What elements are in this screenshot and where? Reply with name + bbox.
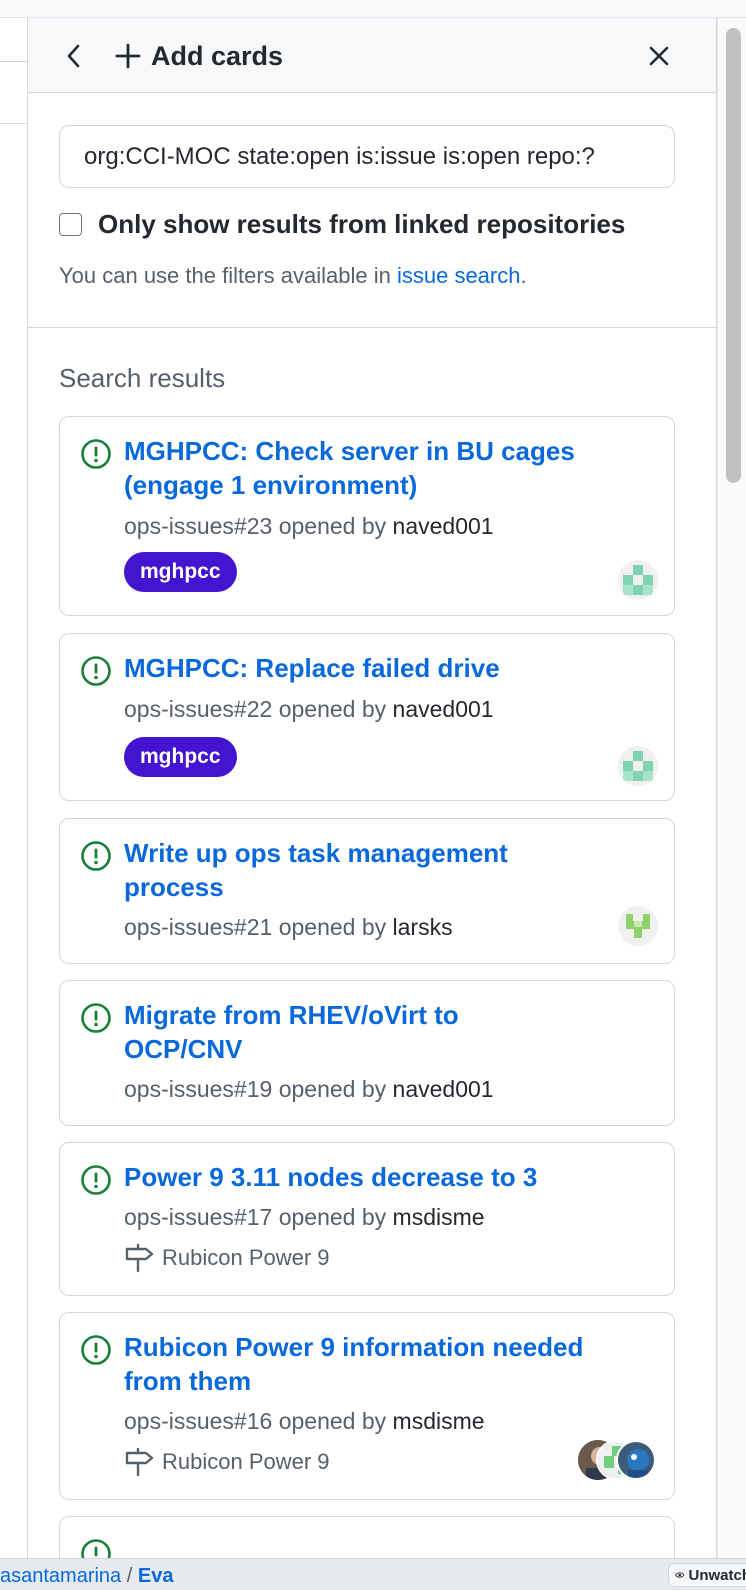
issue-opened-icon bbox=[81, 439, 111, 469]
milestone-icon bbox=[125, 1243, 154, 1273]
issue-author[interactable]: naved001 bbox=[393, 696, 494, 722]
scrollbar[interactable] bbox=[717, 18, 746, 1558]
eye-icon bbox=[675, 1572, 685, 1578]
issue-author[interactable]: larsks bbox=[393, 914, 453, 940]
issue-card[interactable] bbox=[59, 1516, 675, 1558]
issue-meta: ops-issues#23 opened by naved001 bbox=[124, 511, 494, 541]
milestone[interactable]: Rubicon Power 9 bbox=[124, 1243, 330, 1273]
milestone-label: Rubicon Power 9 bbox=[162, 1245, 330, 1270]
search-results-heading: Search results bbox=[59, 363, 226, 393]
issue-title-link[interactable]: MGHPCC: Check server in BU cages (engage… bbox=[124, 434, 624, 502]
opened-by-text: opened by bbox=[272, 1408, 393, 1434]
opened-by-text: opened by bbox=[272, 1204, 393, 1230]
issue-meta: ops-issues#19 opened by naved001 bbox=[124, 1074, 494, 1104]
issue-meta: ops-issues#16 opened by msdisme bbox=[124, 1406, 485, 1436]
issue-card[interactable]: Power 9 3.11 nodes decrease to 3 ops-iss… bbox=[59, 1142, 675, 1296]
unwatch-label: Unwatch bbox=[688, 1566, 746, 1584]
issue-meta: ops-issues#21 opened by larsks bbox=[124, 912, 453, 942]
issue-opened-icon bbox=[81, 1539, 111, 1558]
label-badge[interactable]: mghpcc bbox=[124, 737, 237, 777]
owner-link[interactable]: asantamarina bbox=[0, 1565, 121, 1587]
issue-opened-icon bbox=[81, 841, 111, 871]
issue-opened-icon bbox=[81, 656, 111, 686]
issue-title-link[interactable]: Rubicon Power 9 information needed from … bbox=[124, 1330, 624, 1398]
breadcrumb: asantamarina / Eva bbox=[0, 1565, 173, 1588]
issue-ref: ops-issues#21 bbox=[124, 914, 273, 940]
issue-author[interactable]: msdisme bbox=[393, 1408, 485, 1434]
issue-title-link[interactable]: MGHPCC: Replace failed drive bbox=[124, 651, 624, 685]
opened-by-text: opened by bbox=[272, 1076, 393, 1102]
milestone[interactable]: Rubicon Power 9 bbox=[124, 1447, 330, 1477]
issue-opened-icon bbox=[81, 1003, 111, 1033]
issue-card[interactable]: Write up ops task management process ops… bbox=[59, 818, 675, 964]
issue-opened-icon bbox=[81, 1335, 111, 1365]
issue-ref: ops-issues#17 bbox=[124, 1204, 273, 1230]
avatar[interactable] bbox=[618, 746, 658, 786]
milestone-label: Rubicon Power 9 bbox=[162, 1449, 330, 1474]
unwatch-button[interactable]: Unwatch bbox=[668, 1563, 746, 1587]
issue-ref: ops-issues#19 bbox=[124, 1076, 273, 1102]
issue-author[interactable]: naved001 bbox=[393, 513, 494, 539]
issue-title-link[interactable]: Write up ops task management process bbox=[124, 836, 544, 904]
project-board-background bbox=[0, 18, 28, 1558]
avatar[interactable] bbox=[618, 906, 658, 946]
issue-meta: ops-issues#22 opened by naved001 bbox=[124, 694, 494, 724]
issue-opened-icon bbox=[81, 1165, 111, 1195]
avatar[interactable] bbox=[616, 1440, 656, 1480]
avatar[interactable] bbox=[618, 560, 658, 600]
issue-author[interactable]: naved001 bbox=[393, 1076, 494, 1102]
label-badge[interactable]: mghpcc bbox=[124, 552, 237, 592]
issue-title-link[interactable]: Migrate from RHEV/oVirt to OCP/CNV bbox=[124, 998, 504, 1066]
issue-card[interactable]: MGHPCC: Check server in BU cages (engage… bbox=[59, 416, 675, 616]
issue-card[interactable]: Migrate from RHEV/oVirt to OCP/CNV ops-i… bbox=[59, 980, 675, 1126]
opened-by-text: opened by bbox=[272, 914, 393, 940]
opened-by-text: opened by bbox=[272, 513, 393, 539]
issue-card[interactable]: Rubicon Power 9 information needed from … bbox=[59, 1312, 675, 1500]
issue-ref: ops-issues#22 bbox=[124, 696, 273, 722]
milestone-icon bbox=[125, 1447, 154, 1477]
issue-meta: ops-issues#17 opened by msdisme bbox=[124, 1202, 485, 1232]
issue-author[interactable]: msdisme bbox=[393, 1204, 485, 1230]
browser-top-strip bbox=[0, 0, 746, 18]
repo-footer-bar: asantamarina / Eva Unwatch bbox=[0, 1558, 746, 1590]
breadcrumb-separator: / bbox=[121, 1565, 138, 1587]
issue-title-link[interactable]: Power 9 3.11 nodes decrease to 3 bbox=[124, 1160, 624, 1194]
issue-ref: ops-issues#23 bbox=[124, 513, 273, 539]
repo-link[interactable]: Eva bbox=[138, 1565, 174, 1587]
issue-card[interactable]: MGHPCC: Replace failed drive ops-issues#… bbox=[59, 633, 675, 801]
issue-ref: ops-issues#16 bbox=[124, 1408, 273, 1434]
scrollbar-thumb[interactable] bbox=[726, 28, 741, 483]
opened-by-text: opened by bbox=[272, 696, 393, 722]
